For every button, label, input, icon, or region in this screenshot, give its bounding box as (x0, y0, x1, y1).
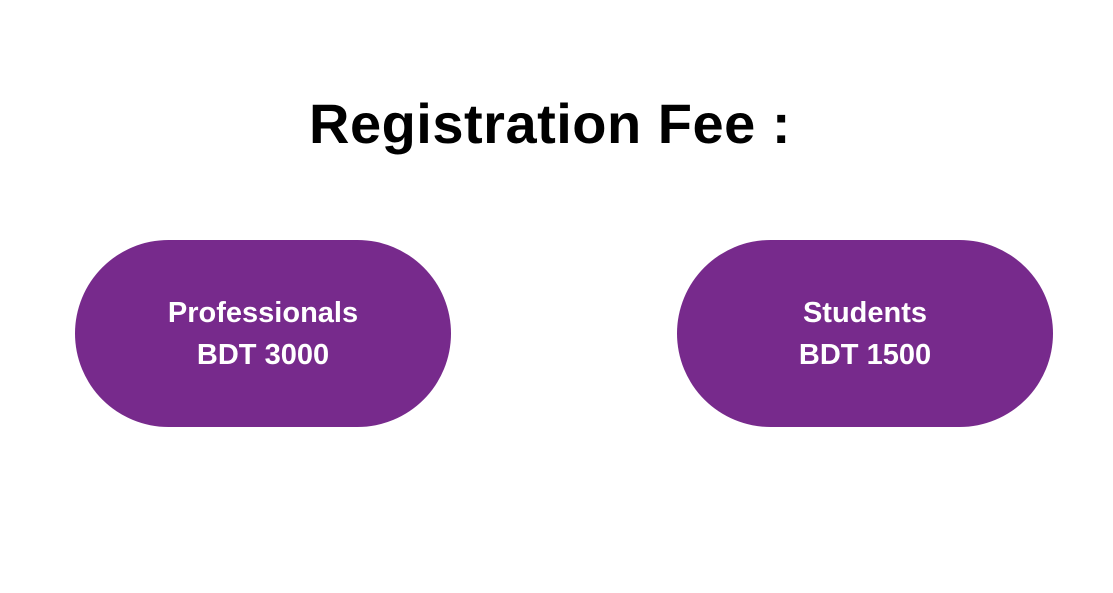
fee-card-students: Students BDT 1500 (677, 240, 1053, 427)
page-title: Registration Fee : (309, 92, 791, 155)
fee-category-label: Professionals (167, 296, 359, 329)
fee-amount: BDT 1500 (798, 338, 932, 371)
fee-amount: BDT 3000 (196, 338, 330, 371)
fee-card-professionals: Professionals BDT 3000 (75, 240, 451, 427)
fee-category-label: Students (802, 296, 928, 329)
